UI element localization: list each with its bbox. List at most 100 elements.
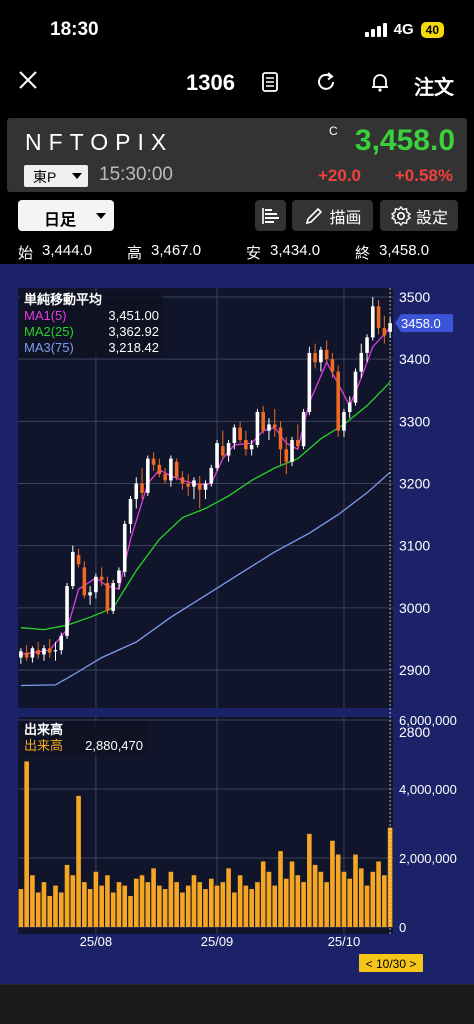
candle-body [197, 483, 202, 490]
candle-body [244, 439, 248, 450]
current-price: 3,458.0 [354, 124, 455, 157]
volume-bar [58, 892, 64, 927]
volume-bar [214, 885, 220, 927]
candle-body [99, 576, 104, 580]
chevron-down-icon [96, 213, 106, 219]
volume-legend-title: 出来高 [24, 722, 64, 737]
candle-body [336, 371, 340, 431]
chart-area[interactable]: 3500 3400 3300 3200 3100 3000 2900 2800 6,000,00… [0, 264, 474, 984]
volume-bar [82, 882, 87, 927]
volume-bar [335, 854, 341, 927]
candle-body [76, 554, 81, 565]
bell-icon[interactable] [368, 70, 392, 94]
candle-body [272, 424, 277, 428]
ma2-legend-row: MA2(25) 3,362.92 [24, 324, 159, 340]
refresh-icon[interactable] [314, 70, 338, 94]
candle-body [232, 427, 237, 444]
volume-bar [174, 882, 179, 927]
candle-body [365, 337, 369, 353]
divider [0, 984, 474, 985]
candle-body [301, 412, 306, 447]
status-bar: 18:30 4G 40 [0, 0, 474, 62]
ma2-value: 3,362.92 [108, 324, 159, 339]
close-icon[interactable] [16, 68, 40, 92]
document-icon[interactable] [258, 70, 282, 94]
candle-body [215, 443, 219, 468]
volume-bar [41, 882, 47, 927]
volume-bar [272, 885, 278, 927]
volume-bar [260, 861, 266, 927]
candle-body [82, 567, 87, 596]
period-select[interactable]: 日足 [18, 200, 114, 231]
low-value: 3,434.0 [270, 242, 321, 259]
candle-body [140, 483, 144, 493]
candle [290, 436, 294, 467]
volume-bar [99, 885, 104, 927]
candle-body [330, 359, 335, 372]
volume-bar [151, 868, 156, 927]
settings-label: 設定 [415, 209, 448, 227]
volume-tick-label: 4,000,000 [399, 782, 457, 797]
volume-bar [283, 878, 289, 927]
candle-body [319, 349, 323, 363]
order-button[interactable]: 注文 [414, 71, 454, 100]
candle [111, 579, 115, 615]
volume-bar [64, 864, 70, 927]
volume-bar [105, 875, 110, 927]
candle-body [134, 483, 139, 500]
candle [71, 545, 75, 590]
candle-body [19, 651, 23, 658]
x-tick-label: 25/08 [80, 934, 113, 949]
draw-button[interactable]: 描画 [292, 200, 373, 231]
ma1-value: 3,451.00 [108, 308, 159, 323]
network-type: 4G [393, 21, 414, 38]
chart-svg[interactable]: 350034003300320031003000290028006,000,00… [0, 264, 474, 984]
date-cursor-label: < 10/30 > [366, 957, 417, 971]
volume-bar [364, 885, 370, 927]
price-tick-label: 3000 [399, 600, 430, 616]
volume-bar [35, 892, 41, 927]
volume-bar [289, 861, 295, 927]
candle-body [359, 352, 364, 372]
volume-bar [110, 892, 116, 927]
candle-body [71, 551, 75, 587]
volume-bar [203, 889, 208, 927]
candle-body [261, 412, 265, 431]
candle-body [42, 648, 46, 655]
candle-body [221, 446, 225, 456]
status-indicators: 4G 40 [364, 21, 444, 38]
volume-bar [358, 868, 364, 927]
volume-bar [18, 889, 24, 927]
candle-body [94, 576, 98, 593]
market-select[interactable]: 東P [24, 165, 88, 187]
volume-bar [220, 882, 226, 927]
chevron-down-icon [72, 173, 82, 179]
ticker-panel: NFTOPIX C 3,458.0 東P 15:30:00 +20.0 +0.5… [7, 118, 467, 192]
battery-icon: 40 [420, 21, 444, 38]
ma1-label: MA1(5) [24, 308, 67, 323]
volume-bar [128, 895, 133, 927]
candle [307, 346, 312, 416]
candle-body [180, 477, 185, 484]
volume-bar [53, 885, 58, 927]
candle [215, 439, 219, 472]
board-button[interactable] [255, 200, 286, 231]
volume-bar [157, 885, 162, 927]
settings-button[interactable]: 設定 [380, 200, 458, 231]
signal-icon [364, 22, 387, 37]
ma2-label: MA2(25) [24, 324, 74, 339]
ma3-value: 3,218.42 [108, 340, 159, 355]
candle-body [382, 328, 387, 336]
candle-body [371, 306, 375, 338]
candle-body [146, 458, 150, 493]
volume-bar [197, 882, 203, 927]
low-label: 安 [246, 245, 262, 262]
candle-body [307, 352, 312, 413]
candle-body [151, 458, 156, 465]
candle-body [24, 652, 29, 658]
volume-bar [330, 840, 335, 927]
volume-bar [226, 868, 231, 927]
candle-body [290, 439, 294, 462]
volume-bar [347, 878, 353, 927]
candle-body [128, 499, 133, 524]
